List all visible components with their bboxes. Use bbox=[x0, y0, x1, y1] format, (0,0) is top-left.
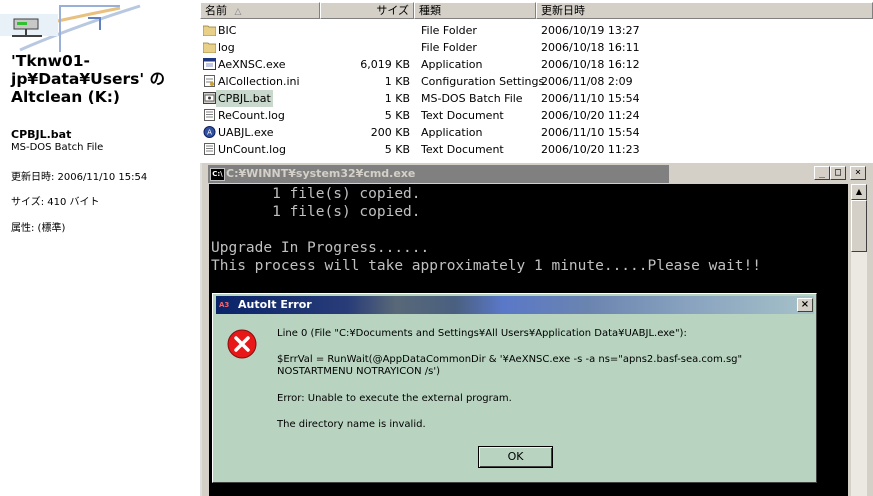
file-name: ReCount.log bbox=[218, 109, 285, 122]
exe-icon bbox=[203, 58, 216, 70]
folder-icon bbox=[203, 25, 216, 36]
column-header-type[interactable]: 種類 bbox=[414, 2, 536, 19]
file-row[interactable]: BIC File Folder 2006/10/19 13:27 bbox=[200, 22, 873, 39]
dialog-title-bar[interactable]: A3 AutoIt Error × bbox=[216, 296, 814, 314]
file-size: 5 KB bbox=[384, 109, 410, 122]
file-type: Application bbox=[421, 58, 483, 71]
file-name: UnCount.log bbox=[218, 143, 286, 156]
scroll-up-arrow-icon[interactable]: ▲ bbox=[851, 184, 867, 200]
file-row[interactable]: AlCollection.ini 1 KB Configuration Settin… bbox=[200, 73, 873, 90]
file-modified: 2006/11/10 15:54 bbox=[541, 92, 640, 105]
selected-file-attributes: 属性: (標準) bbox=[11, 223, 66, 234]
console-icon: C:\ bbox=[210, 168, 225, 181]
minimize-button[interactable]: _ bbox=[814, 166, 830, 180]
cmd-title: C:¥WINNT¥system32¥cmd.exe bbox=[226, 167, 416, 180]
column-name-label: 名前 bbox=[205, 4, 227, 17]
sort-ascending-icon: △ bbox=[234, 7, 242, 17]
column-header-modified[interactable]: 更新日時 bbox=[536, 2, 873, 19]
error-message-text: Error: Unable to execute the external pr… bbox=[277, 393, 512, 404]
selected-file-type: MS-DOS Batch File bbox=[11, 142, 104, 153]
svg-text:A: A bbox=[207, 129, 212, 137]
file-list: 名前 △ サイズ 種類 更新日時 BIC File Folder 2006/10/1… bbox=[200, 0, 873, 165]
cmd-title-bar[interactable]: C:\ C:¥WINNT¥system32¥cmd.exe bbox=[208, 165, 669, 183]
console-line: Upgrade In Progress...... bbox=[211, 240, 430, 256]
file-size: 6,019 KB bbox=[360, 58, 410, 71]
dialog-close-button[interactable]: × bbox=[797, 298, 813, 312]
column-modified-label: 更新日時 bbox=[541, 4, 585, 17]
file-name: log bbox=[218, 41, 235, 54]
error-location-text: Line 0 (File "C:¥Documents and Settings¥… bbox=[277, 328, 687, 339]
autoit-app-icon: A3 bbox=[219, 301, 230, 309]
error-detail-text: The directory name is invalid. bbox=[277, 419, 426, 430]
file-type: Text Document bbox=[421, 143, 504, 156]
file-modified: 2006/10/20 11:24 bbox=[541, 109, 640, 122]
file-modified: 2006/10/20 11:23 bbox=[541, 143, 640, 156]
text-file-icon bbox=[204, 109, 215, 121]
ok-button[interactable]: OK bbox=[478, 446, 553, 468]
file-name: BIC bbox=[218, 24, 237, 37]
dialog-title: AutoIt Error bbox=[238, 298, 312, 311]
file-size: 1 KB bbox=[384, 92, 410, 105]
error-icon bbox=[227, 329, 257, 359]
file-row[interactable]: AeXNSC.exe 6,019 KB Application 2006/10/18 … bbox=[200, 56, 873, 73]
file-modified: 2006/10/18 16:11 bbox=[541, 41, 640, 54]
console-line: This process will take approximately 1 m… bbox=[211, 258, 761, 274]
file-row[interactable]: log File Folder 2006/10/18 16:11 bbox=[200, 39, 873, 56]
folder-info-pane: 'Tknw01-jp¥Data¥Users' の Altclean (K:) C… bbox=[0, 0, 200, 496]
file-row[interactable]: UnCount.log 5 KB Text Document 2006/10/20 1… bbox=[200, 141, 873, 158]
text-file-icon bbox=[204, 143, 215, 155]
file-list-header: 名前 △ サイズ 種類 更新日時 bbox=[200, 2, 873, 19]
column-header-size[interactable]: サイズ bbox=[320, 2, 414, 19]
file-size: 200 KB bbox=[370, 126, 410, 139]
autoit-exe-icon: A bbox=[203, 126, 216, 138]
drive-title: 'Tknw01-jp¥Data¥Users' の Altclean (K:) bbox=[11, 52, 166, 106]
file-type: File Folder bbox=[421, 24, 477, 37]
file-row[interactable]: A UABJL.exe 200 KB Application 2006/11/10 15… bbox=[200, 124, 873, 141]
file-type: Application bbox=[421, 126, 483, 139]
maximize-button[interactable]: □ bbox=[830, 166, 846, 180]
file-name: AlCollection.ini bbox=[218, 75, 300, 88]
close-button[interactable]: × bbox=[850, 166, 866, 180]
selected-file-modified: 更新日時: 2006/11/10 15:54 bbox=[11, 172, 148, 183]
file-modified: 2006/11/10 15:54 bbox=[541, 126, 640, 139]
error-code-text: $ErrVal = RunWait(@AppDataCommonDir & '¥… bbox=[277, 354, 743, 377]
file-size: 1 KB bbox=[384, 75, 410, 88]
file-name: UABJL.exe bbox=[218, 126, 274, 139]
column-size-label: サイズ bbox=[376, 4, 409, 17]
file-size: 5 KB bbox=[384, 143, 410, 156]
selected-file-name: CPBJL.bat bbox=[11, 128, 72, 141]
batch-file-icon bbox=[203, 92, 216, 104]
file-type: Configuration Settings bbox=[421, 75, 545, 88]
file-row[interactable]: ReCount.log 5 KB Text Document 2006/10/20 1… bbox=[200, 107, 873, 124]
file-name: AeXNSC.exe bbox=[218, 58, 286, 71]
file-type: File Folder bbox=[421, 41, 477, 54]
console-line: 1 file(s) copied. bbox=[211, 186, 421, 202]
autoit-error-dialog: A3 AutoIt Error × Line 0 (File "C:¥Docum… bbox=[212, 293, 817, 483]
vertical-scrollbar[interactable]: ▲ bbox=[851, 184, 867, 496]
network-drive-icon bbox=[12, 18, 42, 37]
file-modified: 2006/10/18 16:12 bbox=[541, 58, 640, 71]
selected-file-size: サイズ: 410 バイト bbox=[11, 197, 100, 208]
ini-file-icon bbox=[204, 75, 215, 87]
column-header-name[interactable]: 名前 △ bbox=[200, 2, 320, 19]
console-line: 1 file(s) copied. bbox=[211, 204, 421, 220]
file-row[interactable]: CPBJL.bat 1 KB MS-DOS Batch File 2006/11/10… bbox=[200, 90, 873, 107]
file-modified: 2006/10/19 13:27 bbox=[541, 24, 640, 37]
scroll-thumb[interactable] bbox=[851, 200, 867, 252]
file-type: MS-DOS Batch File bbox=[421, 92, 523, 105]
file-modified: 2006/11/08 2:09 bbox=[541, 75, 633, 88]
file-type: Text Document bbox=[421, 109, 504, 122]
folder-icon bbox=[203, 42, 216, 53]
column-type-label: 種類 bbox=[419, 4, 441, 17]
file-name: CPBJL.bat bbox=[216, 90, 273, 107]
